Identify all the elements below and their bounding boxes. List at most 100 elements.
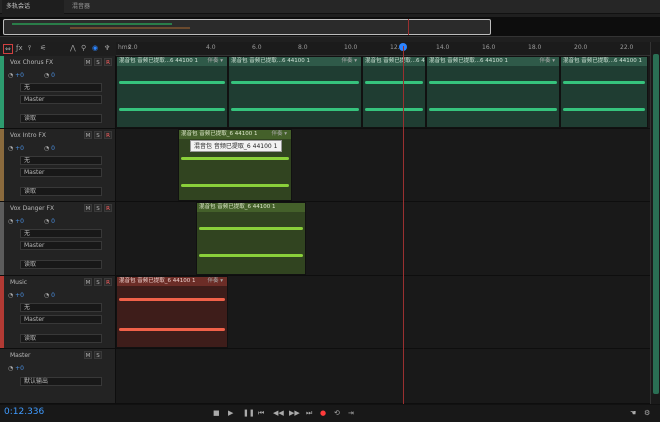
input-select[interactable]: 无 <box>20 156 102 165</box>
tab-multitrack-session[interactable]: 多轨会话 Demo.sesx <box>2 0 64 24</box>
mute-icon[interactable]: M <box>84 131 92 139</box>
volume-control[interactable]: ◔ +0 <box>8 218 24 225</box>
timecode-display: 0:12.336 <box>4 407 45 417</box>
fast-forward-icon[interactable]: ▶▶ <box>289 409 300 417</box>
skip-icon[interactable]: ⇥ <box>348 409 354 417</box>
record-icon[interactable]: R <box>104 278 112 286</box>
solo-icon[interactable]: S <box>94 351 102 359</box>
send-icon[interactable]: ⫯ <box>28 44 31 53</box>
rewind-icon[interactable]: ⏮ <box>258 409 264 418</box>
vertical-scrollbar[interactable] <box>650 42 660 404</box>
record-icon[interactable]: R <box>104 204 112 212</box>
mute-icon[interactable]: M <box>84 58 92 66</box>
audio-clip[interactable]: 混音包 音频已提取_6 44100 1 <box>196 202 306 275</box>
overview-playhead <box>408 19 409 35</box>
loop-icon[interactable]: ◉ <box>92 44 98 52</box>
track-name[interactable]: Music <box>10 279 27 286</box>
track-lane[interactable]: 混音包 音频已提取_6 44100 1 伴奏 ▾ <box>116 276 650 348</box>
audio-clip[interactable]: 混音包 音频已提取...6 44100 1 伴奏 ▾ <box>426 56 560 128</box>
audio-clip[interactable]: 混音包 音频已提取...6 44100 1 <box>362 56 426 128</box>
input-select[interactable]: 无 <box>20 303 102 312</box>
skip-end-icon[interactable]: ⏭ <box>306 409 312 418</box>
solo-icon[interactable]: S <box>94 131 102 139</box>
track-name[interactable]: Master <box>10 352 31 359</box>
volume-control[interactable]: ◔ +0 <box>8 145 24 152</box>
output-select[interactable]: 默认输出 <box>20 377 102 386</box>
snap-icon[interactable]: ⋀ <box>70 44 76 52</box>
ruler-label: 18.0 <box>528 44 542 51</box>
volume-control[interactable]: ◔ +0 <box>8 365 24 372</box>
solo-icon[interactable]: S <box>94 278 102 286</box>
solo-icon[interactable]: S <box>94 58 102 66</box>
automation-mode-select[interactable]: 读取 <box>20 114 102 123</box>
eq-icon[interactable]: ⚟ <box>40 44 46 52</box>
track-color-strip <box>0 276 4 348</box>
fast-rewind-icon[interactable]: ◀◀ <box>273 409 284 417</box>
track-vox-chorus: Vox Chorus FX M S R ◔ +0 ◔ 0 无 Master 读取… <box>0 56 650 129</box>
track-lane[interactable]: 混音包 音频已提取_6 44100 1 <box>116 202 650 275</box>
pan-control[interactable]: ◔ 0 <box>44 145 55 152</box>
audio-clip[interactable]: 混音包 音频已提取...6 44100 1 伴奏 ▾ <box>228 56 362 128</box>
track-vox-danger: Vox Danger FX M S R ◔ +0 ◔ 0 无 Master 读取… <box>0 202 650 276</box>
track-name[interactable]: Vox Chorus FX <box>10 59 53 66</box>
track-color-strip <box>0 56 4 128</box>
ruler-label: 16.0 <box>482 44 496 51</box>
track-scroll-thumb[interactable] <box>653 54 659 394</box>
solo-icon[interactable]: S <box>94 204 102 212</box>
audio-clip[interactable]: 混音包 音频已提取_6 44100 1 伴奏 ▾ <box>116 276 228 348</box>
audio-clip[interactable]: 混音包 音频已提取...6 44100 1 伴奏 ▾ <box>116 56 228 128</box>
waveform-channel <box>119 328 225 331</box>
fx-icon[interactable]: ƒx <box>16 44 23 52</box>
clip-fx-label: 伴奏 ▾ <box>539 58 555 64</box>
ruler-label: 8.0 <box>298 44 308 51</box>
automation-mode-select[interactable]: 读取 <box>20 187 102 196</box>
stop-icon[interactable]: ■ <box>213 409 220 417</box>
track-lane[interactable]: 混音包 音频已提取...6 44100 1 伴奏 ▾ 混音包 音频已提取...6… <box>116 56 650 128</box>
output-select[interactable]: Master <box>20 241 102 250</box>
track-master: Master M S ◔ +0 默认输出 <box>0 349 650 404</box>
mute-icon[interactable]: M <box>84 204 92 212</box>
track-name[interactable]: Vox Intro FX <box>10 132 46 139</box>
track-color-strip <box>0 202 4 275</box>
input-select[interactable]: 无 <box>20 229 102 238</box>
mute-icon[interactable]: M <box>84 351 92 359</box>
record-button-icon[interactable]: ● <box>320 409 326 417</box>
ruler-label: 10.0 <box>344 44 358 51</box>
play-icon[interactable]: ▶ <box>228 409 233 417</box>
clip-title: 混音包 音频已提取...6 44100 1 <box>561 57 647 66</box>
record-icon[interactable]: R <box>104 58 112 66</box>
loop-icon[interactable]: ⟲ <box>334 409 340 417</box>
output-select[interactable]: Master <box>20 95 102 104</box>
pan-control[interactable]: ◔ 0 <box>44 292 55 299</box>
metronome-icon[interactable]: ⚲ <box>81 44 86 52</box>
input-select[interactable]: 无 <box>20 83 102 92</box>
time-ruler[interactable]: hms 2.0 4.0 6.0 8.0 10.0 12.0 14.0 16.0 … <box>116 42 650 56</box>
marker-icon[interactable]: ♆ <box>104 44 110 52</box>
output-select[interactable]: Master <box>20 168 102 177</box>
clip-fx-label: 伴奏 ▾ <box>207 58 223 64</box>
track-name[interactable]: Vox Danger FX <box>10 205 54 212</box>
output-select[interactable]: Master <box>20 315 102 324</box>
record-icon[interactable]: R <box>104 131 112 139</box>
overview-clip-music <box>70 27 190 29</box>
automation-mode-select[interactable]: 读取 <box>20 334 102 343</box>
audio-clip[interactable]: 混音包 音频已提取...6 44100 1 <box>560 56 648 128</box>
volume-control[interactable]: ◔ +0 <box>8 72 24 79</box>
clip-title: 混音包 音频已提取...6 44100 1 <box>363 57 425 66</box>
automation-mode-select[interactable]: 读取 <box>20 260 102 269</box>
app-root: 多轨会话 Demo.sesx 混音器 ⇔ ƒx ⫯ ⚟ ⋀ ⚲ ◉ ♆ hms … <box>0 0 660 422</box>
pan-control[interactable]: ◔ 0 <box>44 72 55 79</box>
pan-control[interactable]: ◔ 0 <box>44 218 55 225</box>
tab-mixer[interactable]: 混音器 <box>68 0 94 14</box>
move-tool-icon[interactable]: ⇔ <box>3 44 13 54</box>
waveform-channel <box>119 108 225 111</box>
volume-control[interactable]: ◔ +0 <box>8 292 24 299</box>
overview-timeline[interactable] <box>0 17 660 37</box>
settings-icon[interactable]: ⚙ <box>644 409 650 417</box>
mute-icon[interactable]: M <box>84 278 92 286</box>
hand-icon[interactable]: ☚ <box>630 409 636 417</box>
pause-icon[interactable]: ❚❚ <box>243 409 255 417</box>
waveform-channel <box>365 108 423 111</box>
ruler-label: 20.0 <box>574 44 588 51</box>
waveform-channel <box>181 184 289 187</box>
